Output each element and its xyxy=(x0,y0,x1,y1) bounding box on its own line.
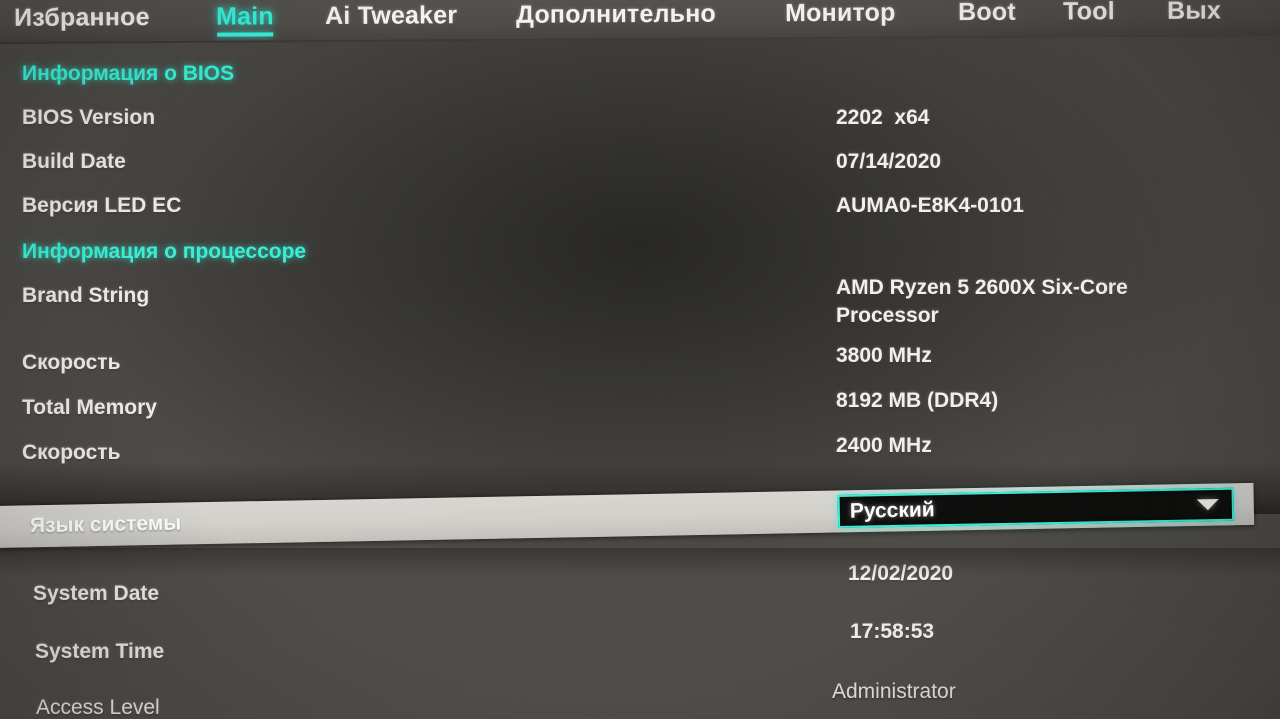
row-label-memory-speed: Скорость xyxy=(22,441,121,464)
row-value-led-ec-version: AUMA0-E8K4-0101 xyxy=(836,194,1024,217)
row-label-total-memory: Total Memory xyxy=(22,396,157,419)
row-value-bios-version: 2202 x64 xyxy=(836,106,930,129)
row-value-memory-speed: 2400 MHz xyxy=(836,434,932,457)
row-value-access-level: Administrator xyxy=(832,680,956,703)
tab-tool[interactable]: Tool xyxy=(1063,0,1115,29)
row-value-brand-string: AMD Ryzen 5 2600X Six-Core Processor xyxy=(836,276,1128,327)
tab-label: Boot xyxy=(958,0,1016,27)
bios-utility-screen: Избранное Main Ai Tweaker Дополнительно … xyxy=(0,0,1280,719)
tab-label: Ai Tweaker xyxy=(325,1,458,31)
tab-underline xyxy=(217,32,273,37)
main-content-panel: Информация о BIOS BIOS Version 2202 x64 … xyxy=(0,44,1280,719)
tab-label: Дополнительно xyxy=(516,0,717,29)
row-value-system-date[interactable]: 12/02/2020 xyxy=(848,562,953,586)
row-label-bios-version: BIOS Version xyxy=(22,106,156,129)
row-label-system-time: System Time xyxy=(35,640,165,663)
tab-label: Избранное xyxy=(14,3,150,32)
system-language-value: Русский xyxy=(849,497,935,523)
tab-label: Вых xyxy=(1167,0,1222,25)
section-heading-bios-information: Информация о BIOS xyxy=(22,62,235,85)
tab-favorites[interactable]: Избранное xyxy=(14,0,150,35)
chevron-down-icon[interactable] xyxy=(1196,499,1219,511)
row-label-system-language: Язык системы xyxy=(29,511,182,538)
tab-exit[interactable]: Вых xyxy=(1167,0,1221,28)
main-menu-bar: Избранное Main Ai Tweaker Дополнительно … xyxy=(0,0,1280,44)
row-label-cpu-speed: Скорость xyxy=(22,351,121,374)
tab-label: Tool xyxy=(1063,0,1115,26)
tab-label: Main xyxy=(216,2,274,31)
tab-advanced[interactable]: Дополнительно xyxy=(516,0,716,32)
section-heading-cpu-information: Информация о процессоре xyxy=(22,240,307,263)
row-value-system-time[interactable]: 17:58:53 xyxy=(850,620,934,644)
row-label-build-date: Build Date xyxy=(22,150,126,173)
row-label-access-level: Access Level xyxy=(36,696,160,719)
row-label-brand-string: Brand String xyxy=(22,284,150,307)
row-value-cpu-speed: 3800 MHz xyxy=(836,344,932,367)
tab-monitor[interactable]: Монитор xyxy=(785,0,896,30)
row-label-system-date: System Date xyxy=(33,582,160,605)
tab-boot[interactable]: Boot xyxy=(958,0,1016,29)
row-value-total-memory: 8192 MB (DDR4) xyxy=(836,389,999,412)
tab-main[interactable]: Main xyxy=(216,0,274,37)
row-label-led-ec-version: Версия LED EC xyxy=(22,194,182,217)
system-language-dropdown[interactable]: Русский xyxy=(837,487,1235,528)
tab-ai-tweaker[interactable]: Ai Tweaker xyxy=(325,0,457,33)
row-value-build-date: 07/14/2020 xyxy=(836,150,942,173)
tab-label: Монитор xyxy=(785,0,896,28)
